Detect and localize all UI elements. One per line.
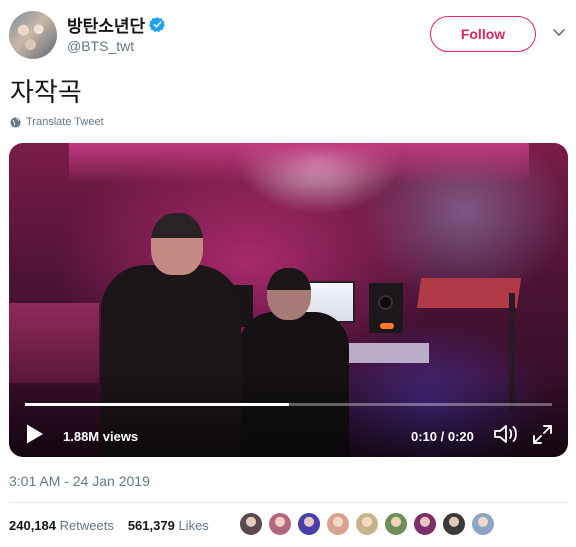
liker-avatars xyxy=(239,512,495,536)
retweets-count: 240,184 xyxy=(9,518,56,533)
tweet-timestamp[interactable]: 3:01 AM - 24 Jan 2019 xyxy=(9,473,150,489)
video-scene-synth xyxy=(416,278,522,308)
person-head xyxy=(267,268,311,320)
globe-icon xyxy=(10,116,21,128)
liker-avatar[interactable] xyxy=(442,512,466,536)
author-handle[interactable]: @BTS_twt xyxy=(67,38,134,54)
video-timecode: 0:10 / 0:20 xyxy=(411,429,474,444)
chevron-down-icon[interactable] xyxy=(552,28,566,38)
author-display-name[interactable]: 방탄소년단 xyxy=(67,12,145,37)
retweets-label: Retweets xyxy=(59,518,114,533)
liker-avatar[interactable] xyxy=(413,512,437,536)
likes-label: Likes xyxy=(178,518,209,533)
video-player[interactable]: 1.88M views 0:10 / 0:20 xyxy=(9,143,568,457)
liker-avatar[interactable] xyxy=(239,512,263,536)
translate-label[interactable]: Translate Tweet xyxy=(26,116,104,128)
retweets-stat[interactable]: 240,184 Retweets xyxy=(9,518,114,533)
liker-avatar[interactable] xyxy=(355,512,379,536)
person-head xyxy=(151,213,203,275)
follow-button[interactable]: Follow xyxy=(430,16,536,52)
video-controls-shade xyxy=(9,373,568,457)
tweet-text: 자작곡 xyxy=(10,78,82,108)
avatar[interactable] xyxy=(9,11,57,59)
likes-count: 561,379 xyxy=(127,518,175,533)
speaker-cone xyxy=(378,295,393,310)
liker-avatar[interactable] xyxy=(384,512,408,536)
play-icon[interactable] xyxy=(25,423,45,445)
video-progress-fill xyxy=(25,403,289,406)
video-progress-bar[interactable] xyxy=(25,403,552,406)
translate-tweet-link[interactable]: Translate Tweet xyxy=(10,116,104,128)
author-name-row: 방탄소년단 xyxy=(67,12,166,37)
tweet-header: 방탄소년단 @BTS_twt Follow xyxy=(0,0,576,64)
liker-avatar[interactable] xyxy=(471,512,495,536)
divider xyxy=(9,502,568,503)
video-view-count: 1.88M views xyxy=(63,429,139,444)
video-scene-ceiling xyxy=(69,143,529,183)
verified-badge-icon xyxy=(149,17,166,33)
video-scene-light xyxy=(380,323,394,329)
liker-avatar[interactable] xyxy=(268,512,292,536)
liker-avatar[interactable] xyxy=(297,512,321,536)
fullscreen-icon[interactable] xyxy=(532,424,553,445)
video-scene-keyboard xyxy=(9,303,99,383)
engagement-stats: 240,184 Retweets 561,379 Likes xyxy=(9,518,209,533)
liker-avatar[interactable] xyxy=(326,512,350,536)
likes-stat[interactable]: 561,379 Likes xyxy=(128,518,209,533)
volume-icon[interactable] xyxy=(493,423,519,445)
